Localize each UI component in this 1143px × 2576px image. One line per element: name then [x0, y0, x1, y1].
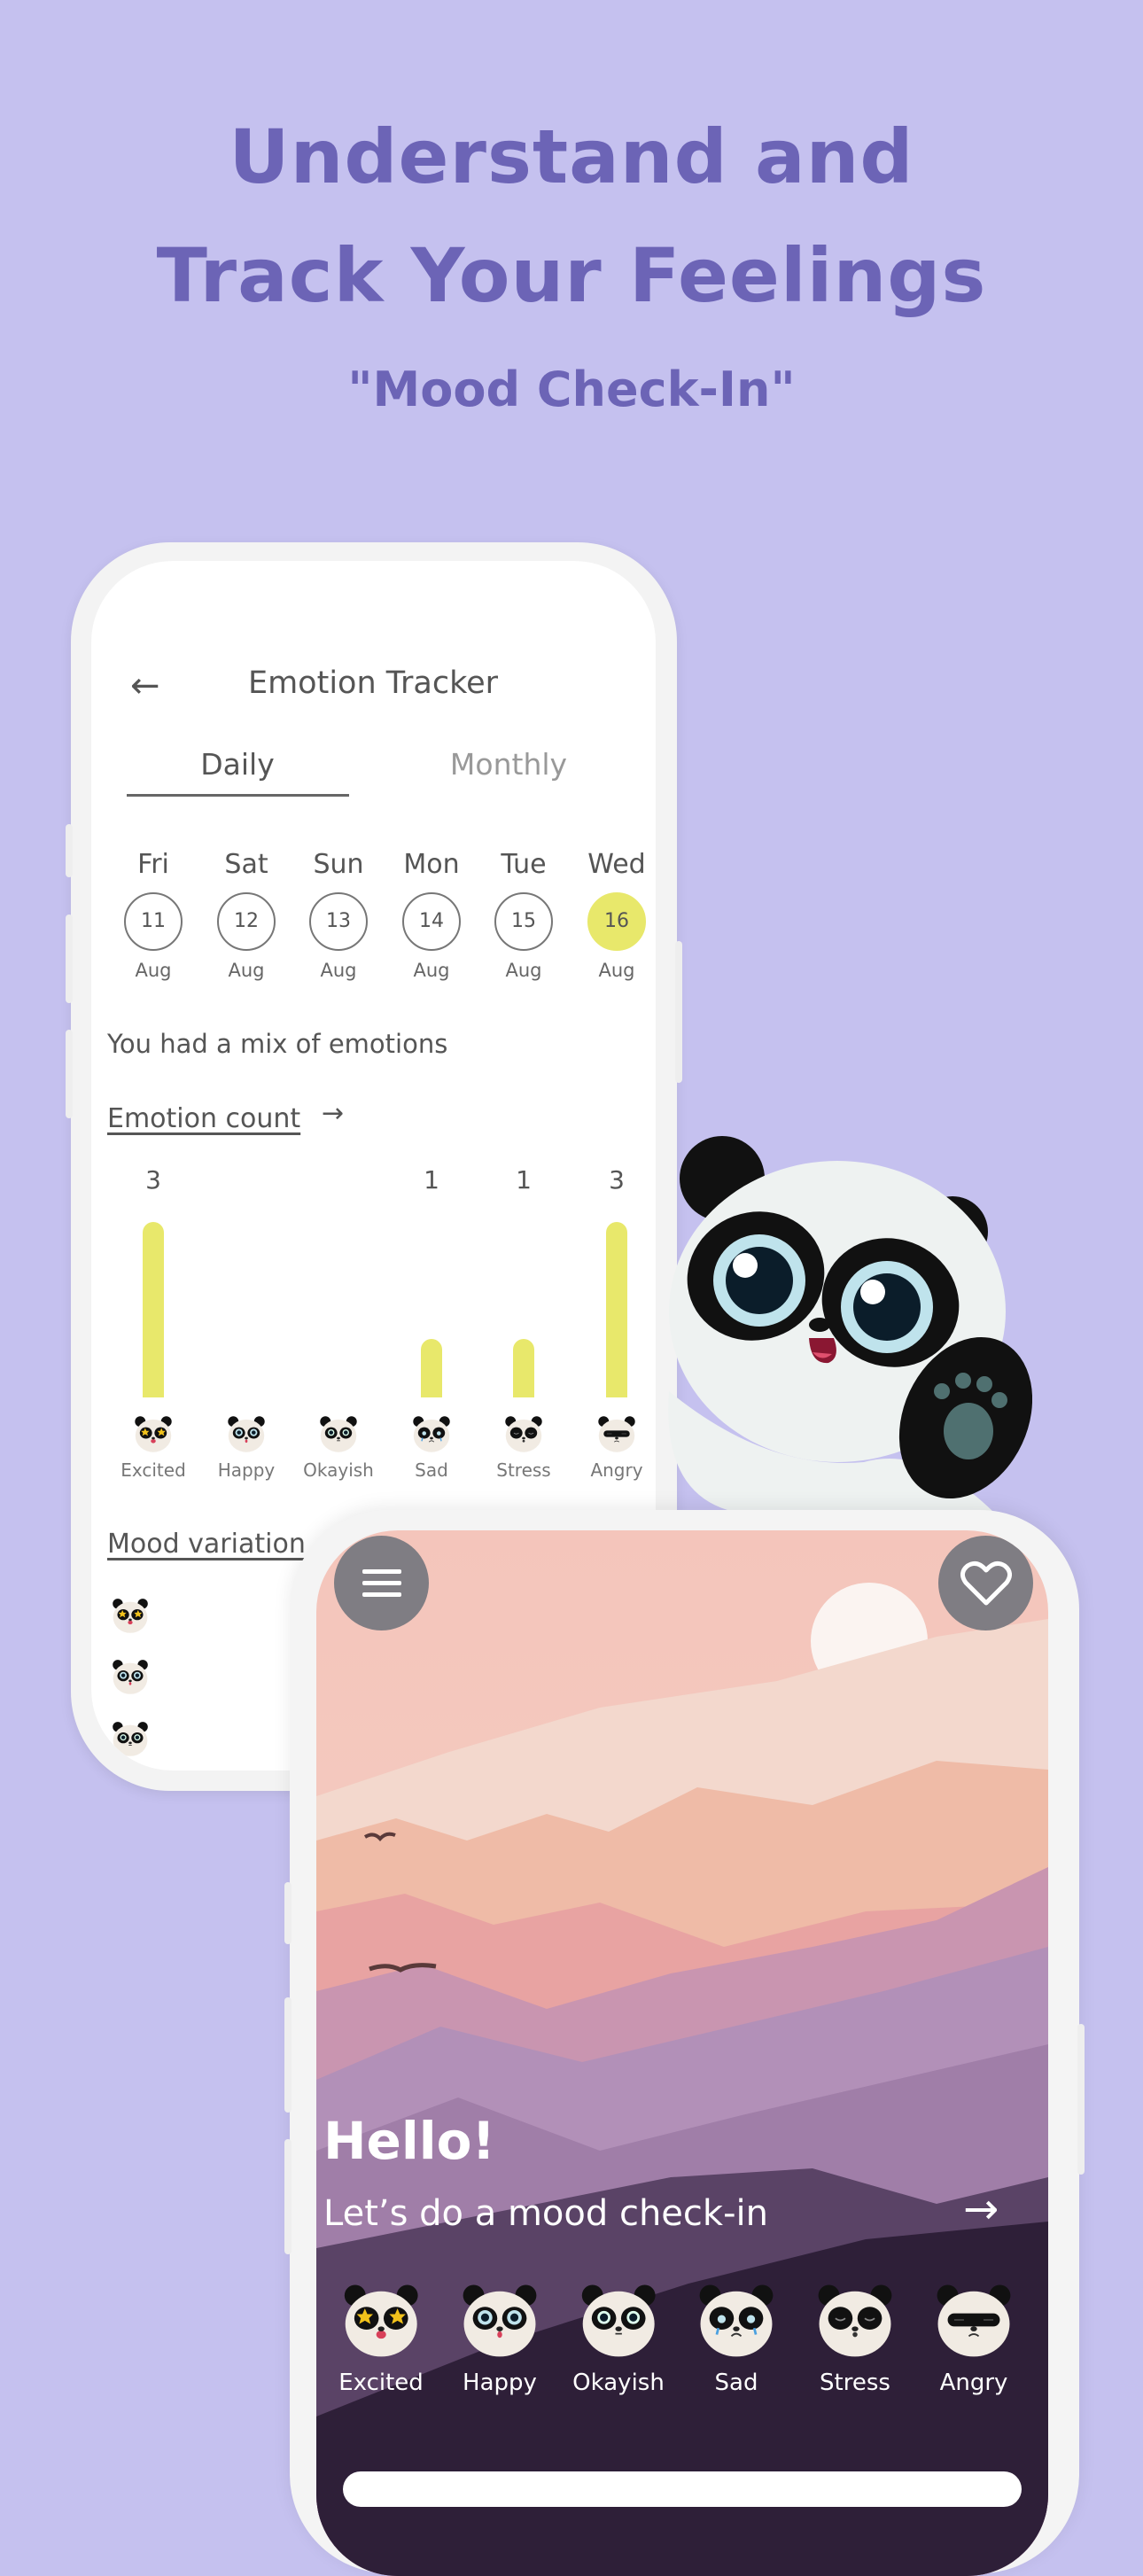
emotion-count-link[interactable]: Emotion count: [107, 1103, 300, 1134]
mood-option-okayish[interactable]: Okayish: [572, 2279, 665, 2396]
bottom-card: [343, 2471, 1022, 2507]
bar-stress: [513, 1339, 534, 1397]
category-label: Sad: [415, 1459, 448, 1481]
bar-excited: [143, 1222, 164, 1397]
category-label: Okayish: [303, 1459, 374, 1481]
panda-angry-icon: [933, 2284, 1015, 2364]
panda-excited-icon: [340, 2284, 422, 2364]
category-label: Happy: [217, 1459, 276, 1481]
category-label: Excited: [121, 1459, 186, 1481]
panda-excited-icon: [111, 1596, 150, 1638]
day-circle[interactable]: 11: [124, 892, 183, 951]
tab-monthly[interactable]: Monthly: [450, 747, 567, 782]
day-name: Mon: [403, 849, 460, 880]
greeting: Hello!: [323, 2111, 495, 2171]
bar-sad: [421, 1339, 442, 1397]
headline-line-2: Track Your Feelings: [156, 232, 987, 319]
arrow-right-icon[interactable]: →: [322, 1098, 344, 1129]
summary-text: You had a mix of emotions: [107, 1029, 448, 1059]
day-month: Aug: [413, 960, 450, 981]
category-label: Stress: [496, 1459, 551, 1481]
panda-happy-icon: [111, 1657, 150, 1700]
mood-label: Sad: [714, 2370, 758, 2396]
phone-home: Hello! Let’s do a mood check-in → Excite…: [284, 1510, 1085, 2576]
panda-angry-icon: [596, 1413, 637, 1458]
day-name: Fri: [137, 849, 169, 880]
heart-icon: [960, 1560, 1012, 1605]
panda-okayish-icon: [318, 1413, 359, 1458]
arrow-right-icon[interactable]: →: [963, 2184, 999, 2234]
tab-daily[interactable]: Daily: [200, 747, 275, 782]
mood-label: Stress: [820, 2370, 890, 2396]
panda-stress-icon: [814, 2284, 896, 2364]
arrow-left-icon[interactable]: ←: [130, 665, 160, 706]
day-name: Tue: [501, 849, 547, 880]
bar-angry: [606, 1222, 627, 1397]
panda-stress-icon: [503, 1413, 544, 1458]
headline-subtitle: "Mood Check-In": [347, 362, 796, 417]
mood-option-stress[interactable]: Stress: [814, 2279, 896, 2396]
mood-option-angry[interactable]: Angry: [933, 2279, 1015, 2396]
day-name: Sun: [313, 849, 364, 880]
menu-button[interactable]: [334, 1536, 429, 1630]
panda-sad-icon: [696, 2284, 777, 2364]
panda-sad-icon: [411, 1413, 452, 1458]
headline-line-1: Understand and: [229, 113, 914, 200]
active-tab-indicator: [127, 794, 349, 797]
bar-value-label: 3: [609, 1165, 625, 1195]
panda-okayish-icon: [111, 1719, 150, 1762]
mood-option-excited[interactable]: Excited: [338, 2279, 424, 2396]
mountain-landscape-illustration: [316, 1530, 1048, 2576]
hamburger-menu-icon: [362, 1568, 401, 1597]
day-month: Aug: [598, 960, 635, 981]
bar-value-label: 1: [424, 1165, 439, 1195]
mood-label: Angry: [939, 2370, 1008, 2396]
mood-checkin-prompt[interactable]: Let’s do a mood check-in: [323, 2193, 768, 2234]
day-circle[interactable]: 12: [217, 892, 276, 951]
day-month: Aug: [505, 960, 542, 981]
page-title: Emotion Tracker: [247, 665, 499, 701]
day-month: Aug: [228, 960, 265, 981]
panda-okayish-icon: [578, 2284, 659, 2364]
panda-happy-icon: [226, 1413, 267, 1458]
category-label: Angry: [590, 1459, 643, 1481]
home-screen: Hello! Let’s do a mood check-in → Excite…: [316, 1530, 1048, 2576]
mood-variation-link[interactable]: Mood variation: [107, 1529, 306, 1560]
day-name: Wed: [587, 849, 646, 880]
bar-value-label: 1: [516, 1165, 532, 1195]
mood-label: Excited: [338, 2370, 424, 2396]
day-circle[interactable]: 13: [309, 892, 368, 951]
panda-mascot-illustration: [668, 1136, 1032, 1515]
panda-happy-icon: [459, 2284, 540, 2364]
day-name: Sat: [224, 849, 268, 880]
mood-option-happy[interactable]: Happy: [459, 2279, 540, 2396]
day-circle[interactable]: 15: [494, 892, 553, 951]
day-circle[interactable]: 14: [402, 892, 461, 951]
mood-label: Happy: [463, 2370, 537, 2396]
favorite-button[interactable]: [938, 1536, 1033, 1630]
mood-option-sad[interactable]: Sad: [696, 2279, 777, 2396]
day-month: Aug: [135, 960, 172, 981]
mood-label: Okayish: [572, 2370, 665, 2396]
bar-value-label: 3: [145, 1165, 161, 1195]
panda-excited-icon: [133, 1413, 174, 1458]
day-month: Aug: [320, 960, 357, 981]
day-circle[interactable]: 16: [587, 892, 646, 951]
